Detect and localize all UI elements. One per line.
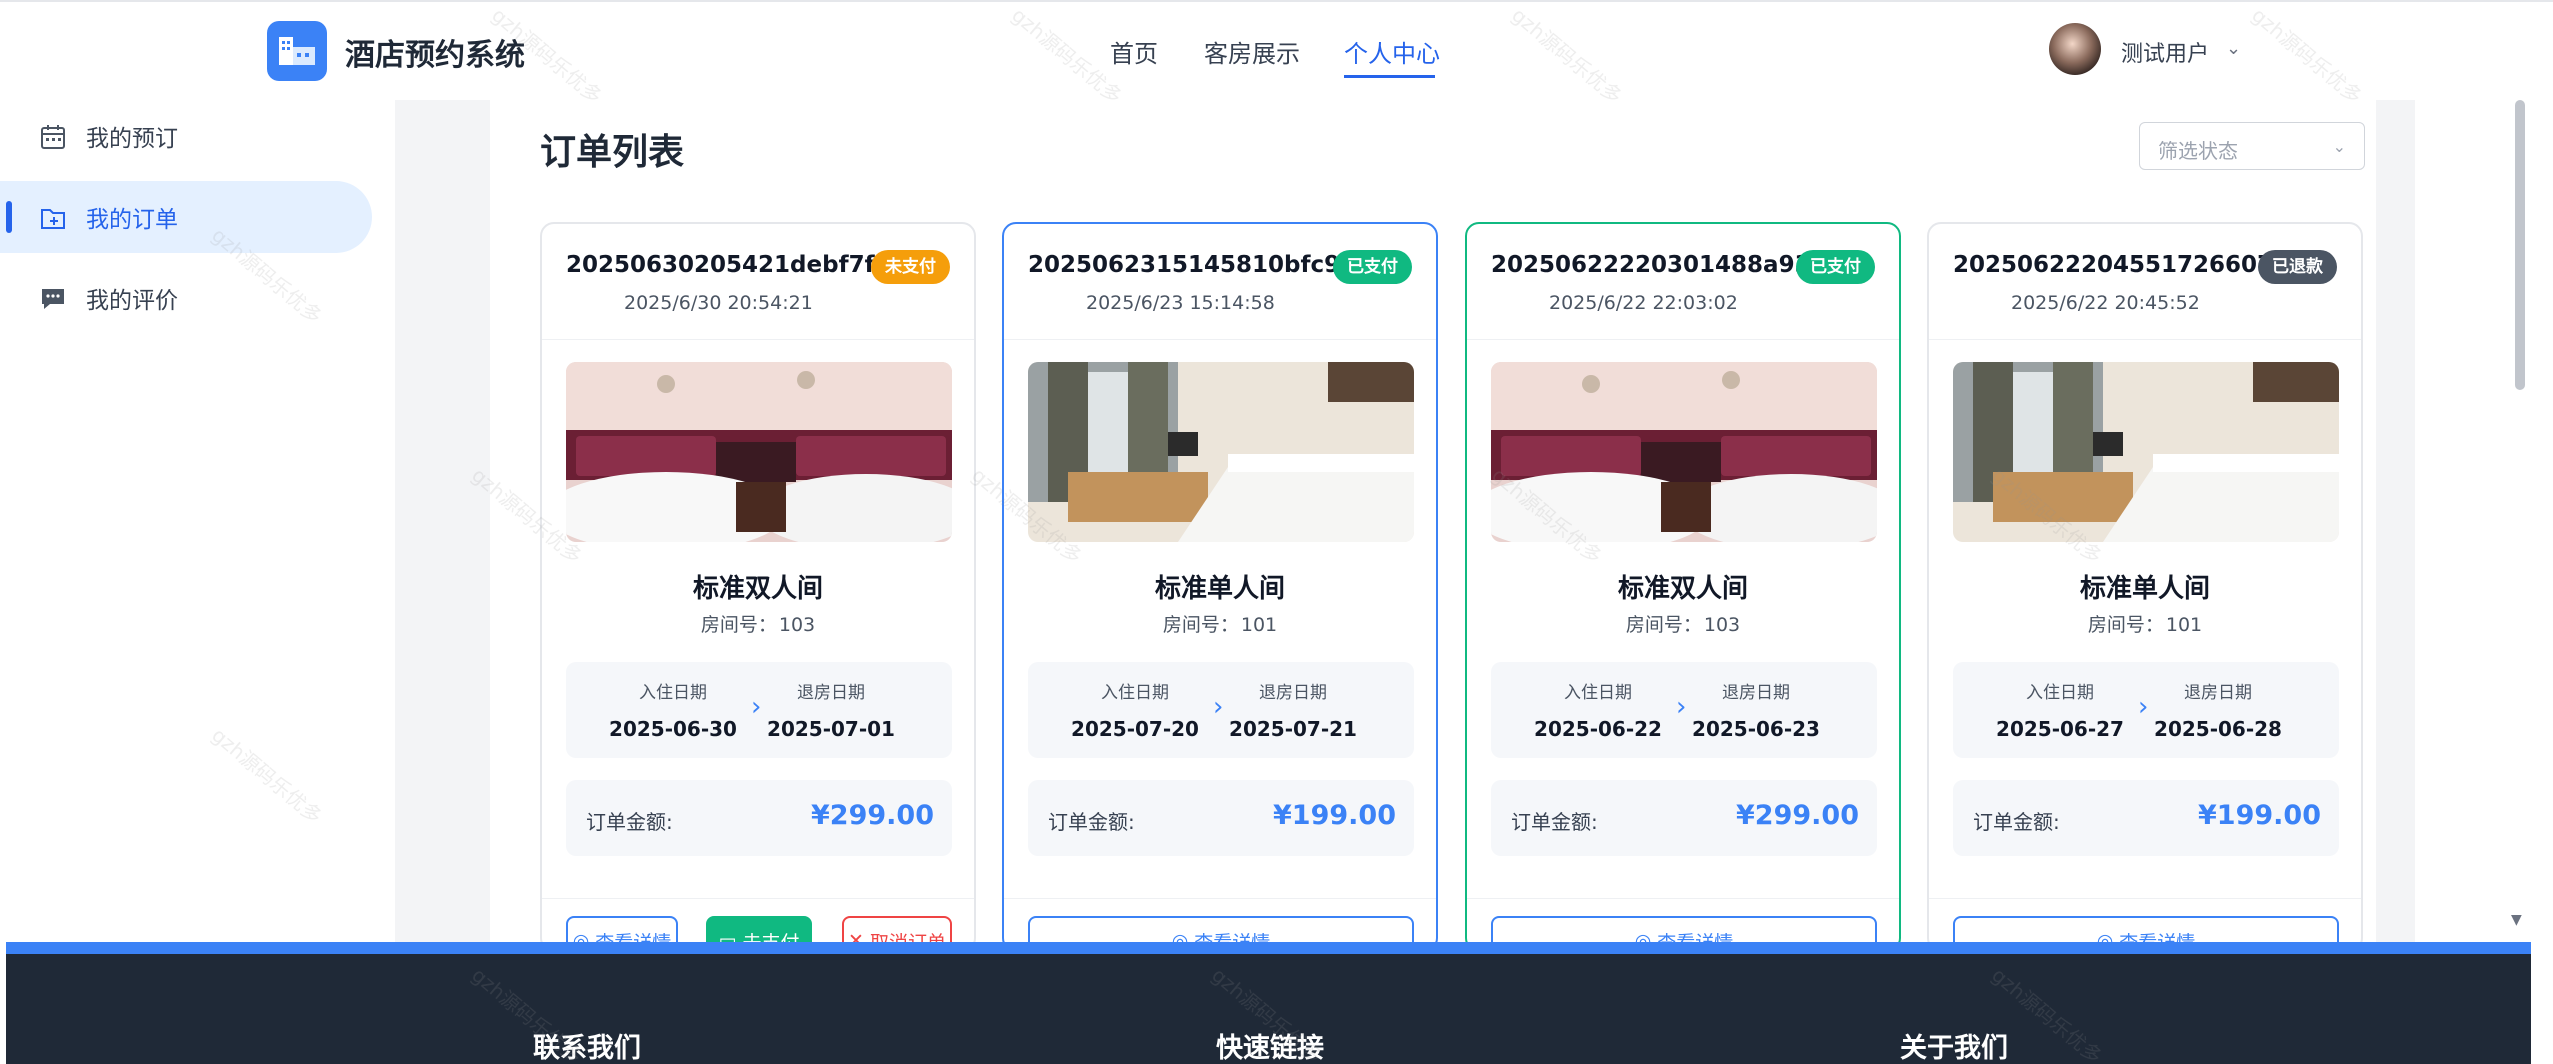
stay-dates: 入住日期 2025-07-20 › 退房日期 2025-07-21 [1028,662,1414,758]
nav-rooms[interactable]: 客房展示 [1204,34,1300,69]
sidebar-item-label: 我的预订 [86,126,178,152]
sidebar-item-label: 我的订单 [86,207,178,233]
chevron-down-icon: ⌄ [2332,137,2346,156]
footer-contact-title: 联系我们 [533,1033,641,1064]
order-amount: 订单金额: ¥199.00 [1953,780,2339,856]
card-footer [1929,898,2361,899]
order-time: 2025/6/23 15:14:58 [1086,292,1275,314]
order-number: 2025062315145810bfc9b5 [1028,252,1373,278]
top-header: 酒店预约系统 首页 客房展示 个人中心 测试用户 ⌄ [0,0,2553,100]
order-time: 2025/6/22 20:45:52 [2011,292,2200,314]
hotel-logo-icon[interactable] [267,21,327,81]
room-name: 标准双人间 [1617,574,1748,604]
status-filter-select[interactable]: 筛选状态 ⌄ [2139,122,2365,170]
order-card: 20250622204551726607 75 已退款 2025/6/22 20… [1927,222,2363,952]
order-number: 20250630205421debf7ffc [566,252,897,278]
chevron-down-icon[interactable]: ⌄ [2226,38,2241,59]
room-image-double[interactable] [566,362,952,542]
room-image-single[interactable] [1028,362,1414,542]
checkout-date: 退房日期 2025-06-23 [1692,683,1820,741]
order-card: 20250622220301488a9368 已支付 2025/6/22 22:… [1465,222,1901,952]
avatar[interactable] [2049,23,2101,75]
active-indicator [6,201,12,233]
amount-value: ¥299.00 [1736,800,1859,831]
order-card: 2025062315145810bfc9b5 已支付 2025/6/23 15:… [1002,222,1438,952]
checkin-date: 入住日期 2025-06-27 [1996,683,2124,741]
room-number: 房间号： 101 [1162,614,1278,636]
status-badge: 已支付 [1333,250,1412,284]
scroll-down-arrow-icon[interactable]: ▼ [2511,912,2522,928]
card-footer [1467,898,1899,899]
nav-home[interactable]: 首页 [1110,34,1158,69]
sidebar-item-my-reviews[interactable]: 我的评价 [0,262,372,334]
page-title: 订单列表 [540,132,685,173]
stay-dates: 入住日期 2025-06-22 › 退房日期 2025-06-23 [1491,662,1877,758]
amount-value: ¥299.00 [811,800,934,831]
sidebar-item-label: 我的评价 [86,288,178,314]
card-footer [1004,898,1436,899]
room-image-single[interactable] [1953,362,2339,542]
order-time: 2025/6/22 22:03:02 [1549,292,1738,314]
filter-placeholder: 筛选状态 [2158,139,2238,163]
order-amount: 订单金额: ¥299.00 [566,780,952,856]
room-number: 房间号： 103 [1625,614,1741,636]
room-number: 房间号： 103 [700,614,816,636]
user-name[interactable]: 测试用户 [2121,36,2209,68]
checkin-date: 入住日期 2025-06-30 [609,683,737,741]
status-badge: 已退款 [2258,250,2337,284]
checkout-date: 退房日期 2025-07-21 [1229,683,1357,741]
amount-value: ¥199.00 [1273,800,1396,831]
calendar-icon [40,124,66,156]
room-name: 标准双人间 [692,574,823,604]
sidebar-item-my-orders[interactable]: 我的订单 [0,181,372,253]
comment-icon [40,286,66,318]
stay-dates: 入住日期 2025-06-27 › 退房日期 2025-06-28 [1953,662,2339,758]
order-number: 20250622220301488a9368 [1491,252,1843,278]
status-badge: 已支付 [1796,250,1875,284]
folder-order-icon [40,205,66,237]
checkout-date: 退房日期 2025-07-01 [767,683,895,741]
room-number: 房间号： 101 [2087,614,2203,636]
sidebar-item-my-bookings[interactable]: 我的预订 [0,100,372,172]
amount-value: ¥199.00 [2198,800,2321,831]
checkin-date: 入住日期 2025-07-20 [1071,683,1199,741]
site-title[interactable]: 酒店预约系统 [345,30,525,74]
room-name: 标准单人间 [2079,574,2210,604]
order-amount: 订单金额: ¥199.00 [1028,780,1414,856]
order-card: 20250630205421debf7ffc 未支付 2025/6/30 20:… [540,222,976,952]
card-footer [542,898,974,899]
footer-about-title: 关于我们 [1900,1033,2008,1064]
nav-active-indicator [1344,75,1435,78]
order-amount: 订单金额: ¥299.00 [1491,780,1877,856]
nav-personal-center[interactable]: 个人中心 [1344,34,1440,69]
room-name: 标准单人间 [1154,574,1285,604]
scroll-thumb[interactable] [2515,100,2525,390]
order-time: 2025/6/30 20:54:21 [624,292,813,314]
footer-accent-bar [6,942,2531,954]
status-badge: 未支付 [871,250,950,284]
room-image-double[interactable] [1491,362,1877,542]
sidebar: 我的预订 我的订单 我的评价 [0,100,395,944]
checkout-date: 退房日期 2025-06-28 [2154,683,2282,741]
checkin-date: 入住日期 2025-06-22 [1534,683,1662,741]
footer-quick-links-title: 快速链接 [1216,1033,1324,1064]
stay-dates: 入住日期 2025-06-30 › 退房日期 2025-07-01 [566,662,952,758]
